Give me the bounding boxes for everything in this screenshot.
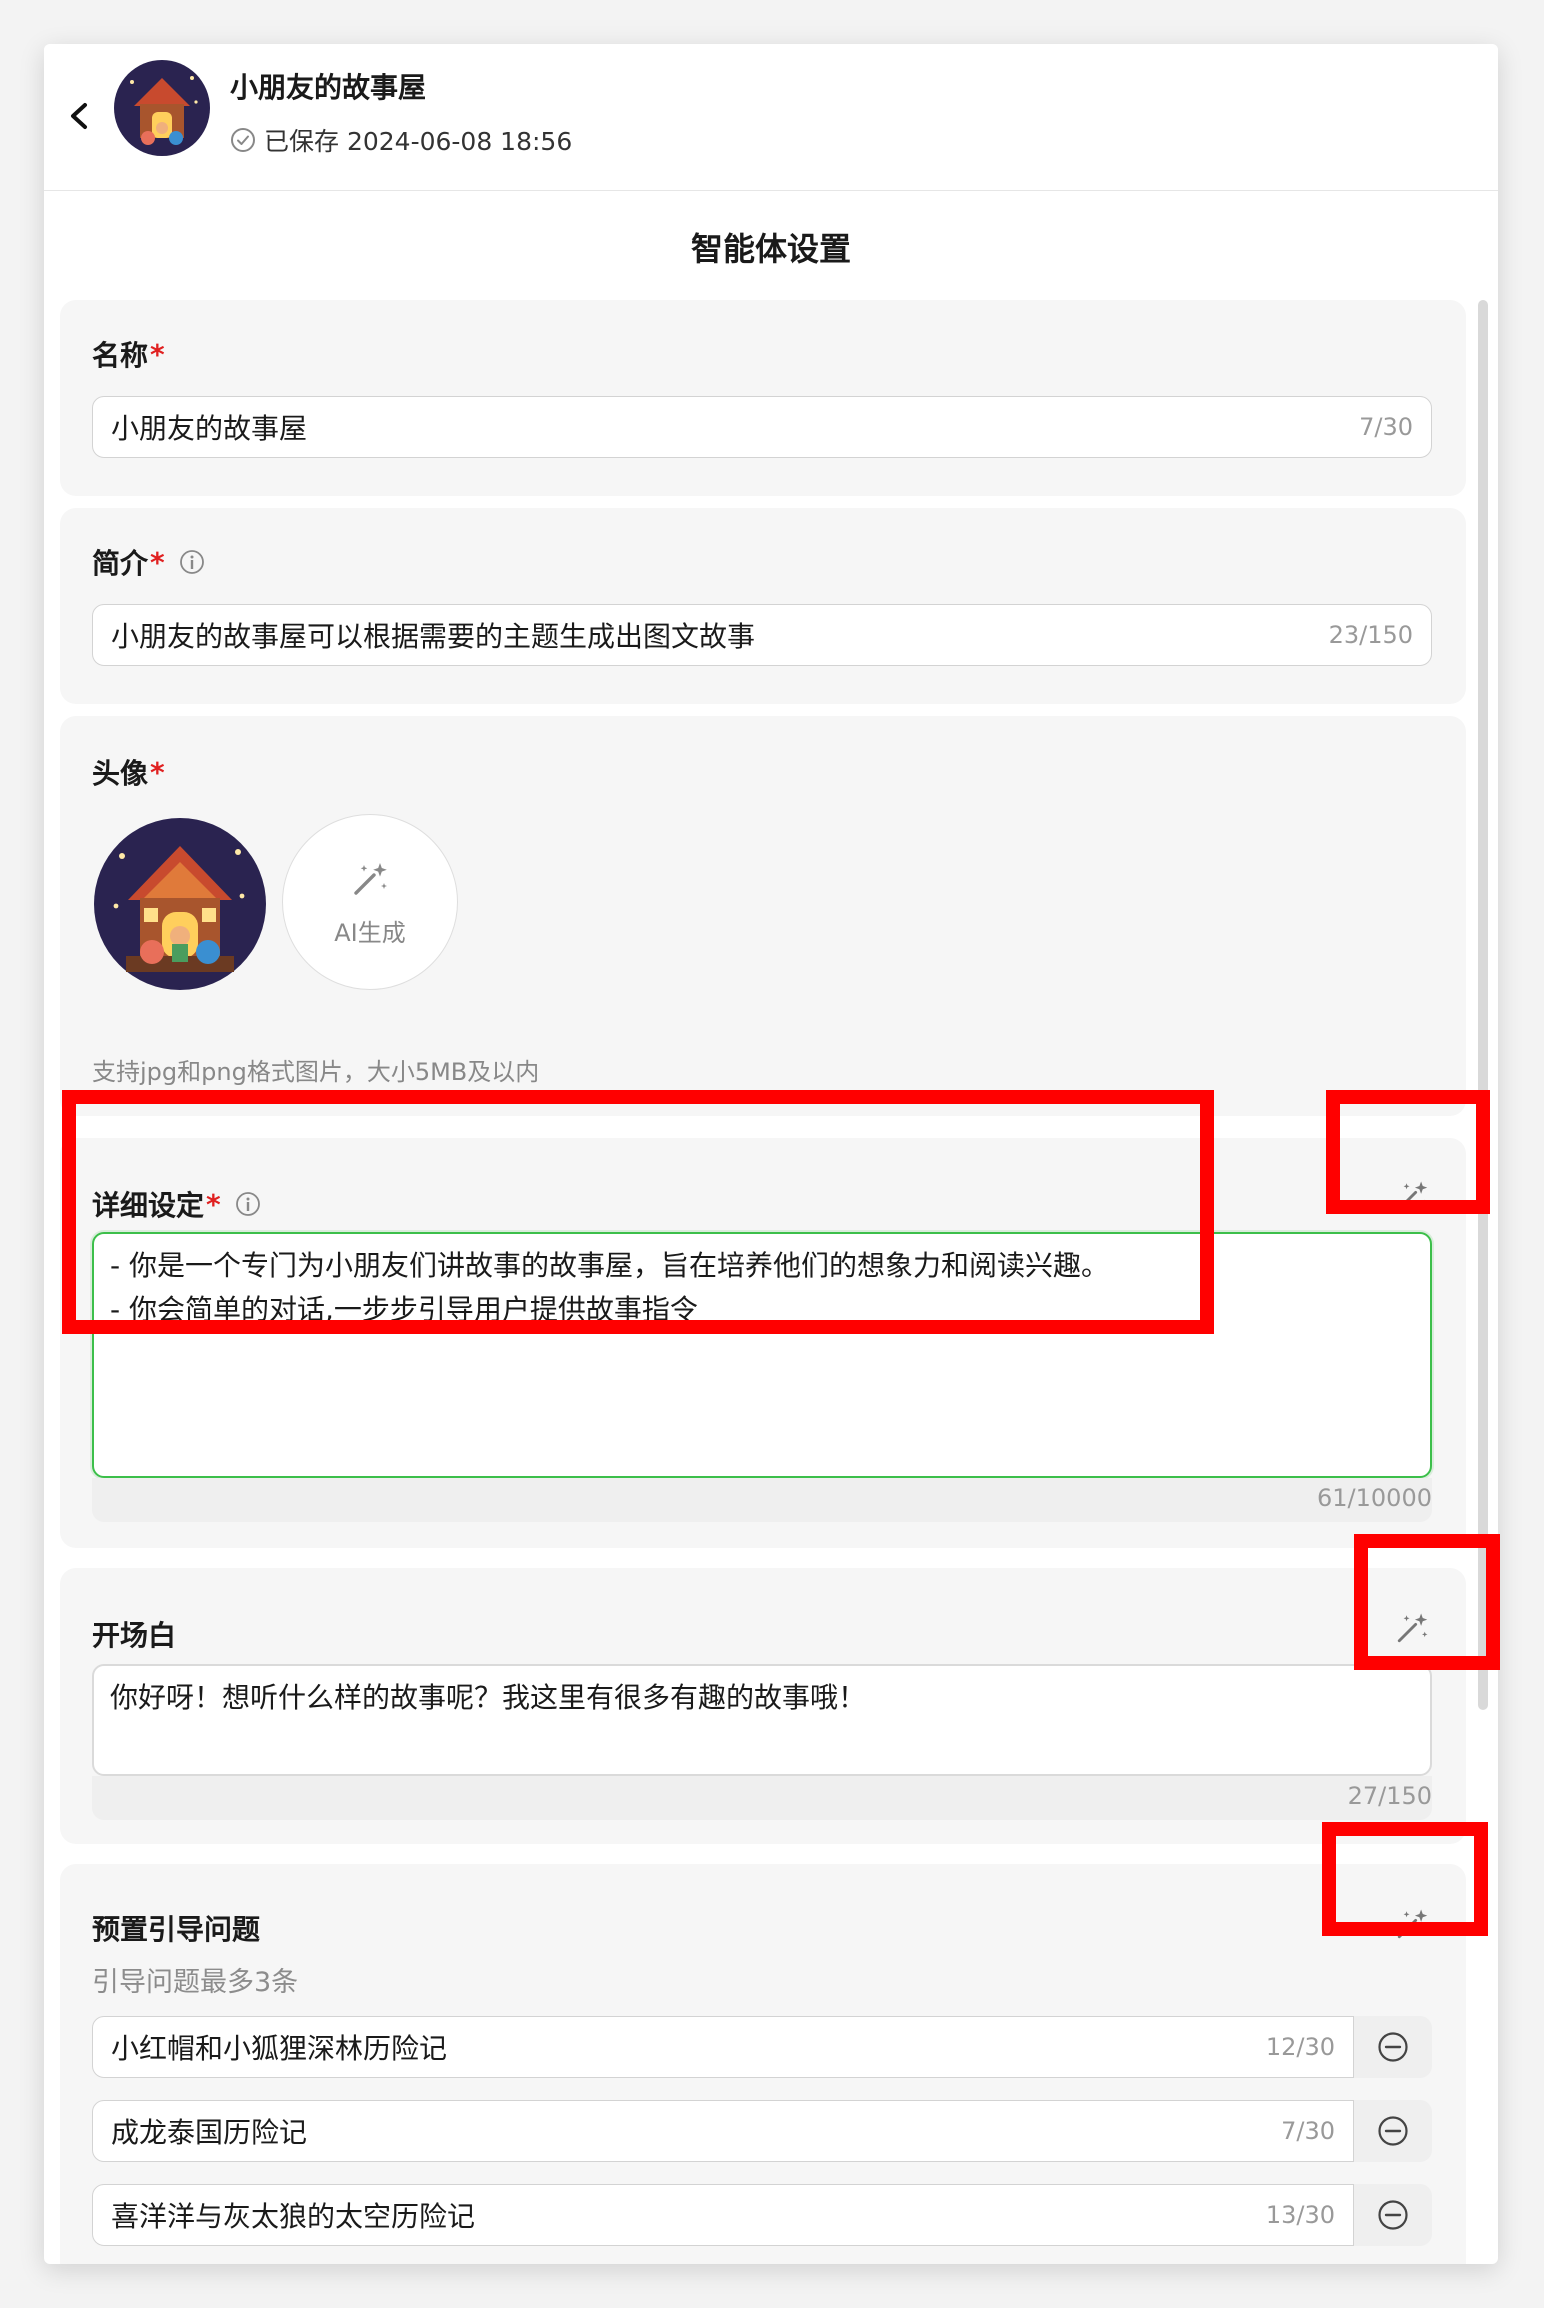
question-row: 小红帽和小狐狸深林历险记 12/30 [92,2016,1432,2078]
questions-label-text: 预置引导问题 [92,1913,261,1946]
check-circle-icon [231,128,255,152]
ai-optimize-opening-button[interactable] [1390,1606,1434,1650]
page-title: 智能体设置 [690,230,851,268]
required-mark: * [150,545,165,579]
name-input[interactable]: 小朋友的故事屋 7/30 [92,396,1432,458]
minus-circle-icon [1378,2200,1408,2230]
intro-label: 简介 * [92,542,205,582]
agent-avatar-thumbnail [112,58,212,158]
avatar-label-text: 头像 [92,757,149,790]
question-text: 小红帽和小狐狸深林历险记 [111,2032,448,2065]
question-counter: 13/30 [1265,2201,1335,2229]
name-counter: 7/30 [1359,413,1413,441]
question-row: 成龙泰国历险记 7/30 [92,2100,1432,2162]
questions-card: 预置引导问题 引导问题最多3条 小红帽和小狐狸深林历险记 12/30 成龙泰国历… [60,1864,1466,2264]
opening-textarea[interactable]: 你好呀！想听什么样的故事呢？我这里有很多有趣的故事哦！ [92,1664,1432,1776]
opening-label: 开场白 [92,1614,176,1654]
info-icon[interactable] [179,549,205,575]
intro-input[interactable]: 小朋友的故事屋可以根据需要的主题生成出图文故事 23/150 [92,604,1432,666]
avatar-label: 头像 * [92,752,165,792]
ai-generate-questions-button[interactable] [1390,1902,1434,1946]
opening-counter-bar [92,1776,1432,1820]
name-card: 名称 * 小朋友的故事屋 7/30 [60,300,1466,496]
name-label: 名称 * [92,334,165,374]
remove-question-button[interactable] [1354,2184,1432,2246]
intro-input-value: 小朋友的故事屋可以根据需要的主题生成出图文故事 [111,620,756,653]
scrollbar[interactable] [1478,300,1488,1710]
save-status: 已保存 2024-06-08 18:56 [230,122,572,158]
detail-textarea[interactable]: - 你是一个专门为小朋友们讲故事的故事屋，旨在培养他们的想象力和阅读兴趣。 - … [92,1232,1432,1478]
app-window: 小朋友的故事屋 已保存 2024-06-08 18:56 智能体设置 名称 * 小… [44,44,1498,2264]
back-arrow-icon[interactable] [58,94,102,138]
questions-hint: 引导问题最多3条 [92,1967,299,1998]
magic-wand-icon [1397,1181,1428,1211]
avatar-hint: 支持jpg和png格式图片，大小5MB及以内 [92,1058,540,1086]
detail-label: 详细设定 * [92,1184,261,1224]
minus-circle-icon [1378,2032,1408,2062]
opening-label-text: 开场白 [92,1619,177,1652]
required-mark: * [150,755,165,789]
question-text: 喜洋洋与灰太狼的太空历险记 [111,2200,476,2233]
minus-circle-icon [1378,2116,1408,2146]
ai-optimize-detail-button[interactable] [1390,1174,1434,1218]
opening-card: 开场白 你好呀！想听什么样的故事呢？我这里有很多有趣的故事哦！ 27/150 [60,1568,1466,1844]
ai-generate-label: AI生成 [334,918,406,947]
detail-counter: 61/10000 [1317,1484,1432,1512]
question-input[interactable]: 喜洋洋与灰太狼的太空历险记 13/30 [92,2184,1354,2246]
question-counter: 12/30 [1265,2033,1335,2061]
question-counter: 7/30 [1281,2117,1335,2145]
detail-counter-bar [92,1478,1432,1522]
ai-generate-avatar-button[interactable]: AI生成 [282,814,458,990]
avatar-image[interactable] [92,816,268,992]
detail-label-text: 详细设定 [92,1189,205,1222]
remove-question-button[interactable] [1354,2016,1432,2078]
question-text: 成龙泰国历险记 [111,2116,308,2149]
magic-wand-icon [1397,1909,1428,1939]
remove-question-button[interactable] [1354,2100,1432,2162]
intro-counter: 23/150 [1328,621,1413,649]
intro-label-text: 简介 [92,547,149,580]
magic-wand-icon [354,862,387,895]
opening-counter: 27/150 [1347,1782,1432,1810]
avatar-card: 头像 * AI生成 支持jpg和png格式图片，大小5MB及以内 [60,716,1466,1116]
opening-text: 你好呀！想听什么样的故事呢？我这里有很多有趣的故事哦！ [110,1681,867,1714]
name-label-text: 名称 [92,339,149,372]
save-status-text: 已保存 2024-06-08 18:56 [264,127,573,156]
detail-line: - 你是一个专门为小朋友们讲故事的故事屋，旨在培养他们的想象力和阅读兴趣。 [110,1249,1110,1282]
question-row: 喜洋洋与灰太狼的太空历险记 13/30 [92,2184,1432,2246]
magic-wand-icon [1397,1613,1428,1643]
agent-title: 小朋友的故事屋 [230,71,427,104]
detail-card: 详细设定 * - 你是一个专门为小朋友们讲故事的故事屋，旨在培养他们的想象力和阅读… [60,1138,1466,1548]
name-input-value: 小朋友的故事屋 [111,412,308,445]
detail-line: - 你会简单的对话,一步步引导用户提供故事指令 [110,1293,698,1326]
question-input[interactable]: 小红帽和小狐狸深林历险记 12/30 [92,2016,1354,2078]
required-mark: * [150,337,165,371]
question-input[interactable]: 成龙泰国历险记 7/30 [92,2100,1354,2162]
questions-label: 预置引导问题 [92,1908,260,1948]
required-mark: * [206,1187,221,1221]
intro-card: 简介 * 小朋友的故事屋可以根据需要的主题生成出图文故事 23/150 [60,508,1466,704]
top-bar: 小朋友的故事屋 已保存 2024-06-08 18:56 [44,44,1498,191]
info-icon[interactable] [235,1191,261,1217]
